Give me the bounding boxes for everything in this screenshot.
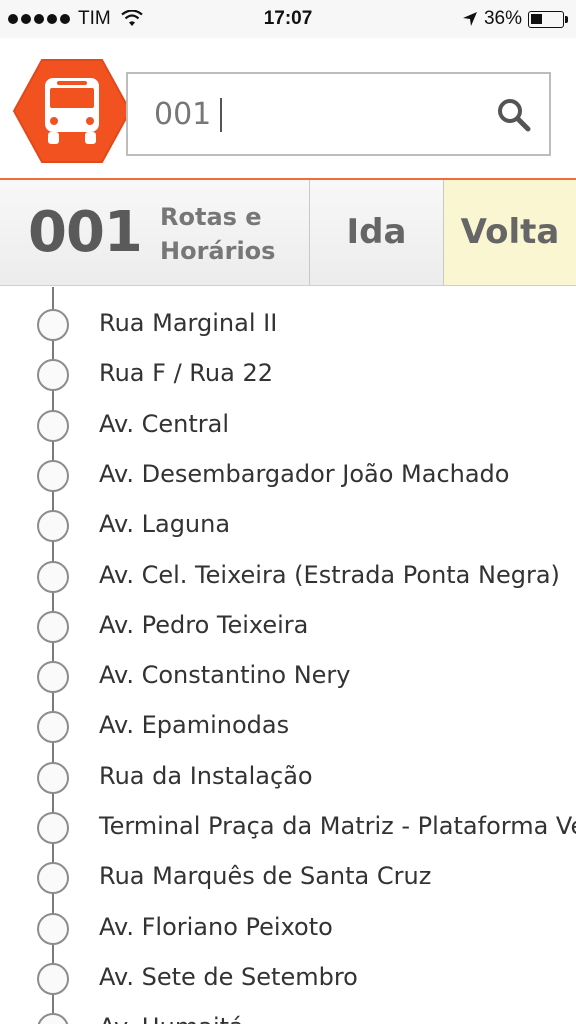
stop-marker-icon xyxy=(37,962,69,995)
stop-marker-icon xyxy=(37,912,69,945)
stop-marker-icon xyxy=(37,409,69,442)
stop-marker-icon xyxy=(37,560,69,593)
stop-name: Av. Sete de Setembro xyxy=(99,962,358,991)
stop-name: Av. Laguna xyxy=(99,510,231,539)
list-item[interactable]: Av. Pedro Teixeira xyxy=(0,589,576,643)
list-item[interactable]: Rua F / Rua 22 xyxy=(0,337,576,392)
stop-marker-icon xyxy=(37,661,69,694)
tab-volta[interactable]: Volta xyxy=(444,180,576,285)
stop-name: Rua F / Rua 22 xyxy=(99,359,273,388)
stop-marker-icon xyxy=(37,862,69,895)
stop-name: Av. Constantino Nery xyxy=(99,661,351,690)
text-caret xyxy=(220,98,222,132)
stop-marker-icon xyxy=(37,459,69,492)
list-item[interactable]: Av. Central xyxy=(0,388,576,442)
status-right: 36% xyxy=(462,8,568,30)
stop-name: Av. Cel. Teixeira (Estrada Ponta Negra) xyxy=(99,560,560,589)
list-item[interactable]: Av. Humaitá xyxy=(0,991,576,1024)
route-desc-line1: Rotas e xyxy=(160,203,262,231)
stop-name: Av. Epaminodas xyxy=(99,711,290,740)
stop-marker-icon xyxy=(37,359,69,392)
stop-marker-icon xyxy=(37,812,69,844)
search-box[interactable] xyxy=(126,72,551,156)
stop-name: Rua Marginal II xyxy=(99,309,278,337)
search-input[interactable] xyxy=(154,94,474,134)
stops-list[interactable]: Rua Marginal II Rua F / Rua 22 Av. Central… xyxy=(0,287,576,1024)
location-arrow-icon xyxy=(462,12,477,26)
stop-marker-icon xyxy=(37,711,69,744)
search-icon[interactable] xyxy=(497,98,531,132)
route-description: Rotas e Horários xyxy=(160,200,300,268)
battery-percent: 36% xyxy=(483,8,522,29)
list-item[interactable]: Av. Desembargador João Machado xyxy=(0,438,576,492)
stop-marker-icon xyxy=(37,1013,69,1024)
stop-marker-icon xyxy=(37,761,69,794)
tab-ida[interactable]: Ida xyxy=(310,180,444,285)
battery-icon xyxy=(528,10,568,28)
list-item[interactable]: Av. Floriano Peixoto xyxy=(0,891,576,945)
route-schedules-tab[interactable]: 001 Rotas e Horários xyxy=(0,180,310,285)
list-item[interactable]: Terminal Praça da Matriz - Plataforma Ve xyxy=(0,790,576,844)
app-header xyxy=(0,38,576,178)
stop-name: Av. Desembargador João Machado xyxy=(99,459,510,488)
route-tabbar: 001 Rotas e Horários Ida Volta xyxy=(0,180,576,286)
route-desc-line2: Horários xyxy=(160,237,276,265)
list-item[interactable]: Rua Marquês de Santa Cruz xyxy=(0,840,576,895)
list-item[interactable]: Av. Sete de Setembro xyxy=(0,941,576,995)
stop-name: Av. Floriano Peixoto xyxy=(99,912,333,941)
list-item[interactable]: Av. Cel. Teixeira (Estrada Ponta Negra) xyxy=(0,539,576,593)
stop-name: Av. Central xyxy=(99,409,229,438)
stop-marker-icon xyxy=(37,309,69,341)
stop-name: Rua Marquês de Santa Cruz xyxy=(99,862,432,891)
stop-marker-icon xyxy=(37,610,69,643)
list-item[interactable]: Rua Marginal II xyxy=(0,287,576,341)
stop-name: Av. Humaitá xyxy=(99,1013,244,1024)
bus-logo-icon xyxy=(12,59,132,163)
status-bar: TIM 17:07 36% xyxy=(0,0,576,38)
stop-name: Rua da Instalação xyxy=(99,761,313,790)
stop-name: Terminal Praça da Matriz - Plataforma Ve xyxy=(99,812,576,840)
route-number: 001 xyxy=(28,200,143,265)
list-item[interactable]: Av. Laguna xyxy=(0,488,576,543)
list-item[interactable]: Rua da Instalação xyxy=(0,740,576,794)
list-item[interactable]: Av. Constantino Nery xyxy=(0,639,576,694)
stop-name: Av. Pedro Teixeira xyxy=(99,610,309,639)
list-item[interactable]: Av. Epaminodas xyxy=(0,689,576,744)
stop-marker-icon xyxy=(37,510,69,543)
